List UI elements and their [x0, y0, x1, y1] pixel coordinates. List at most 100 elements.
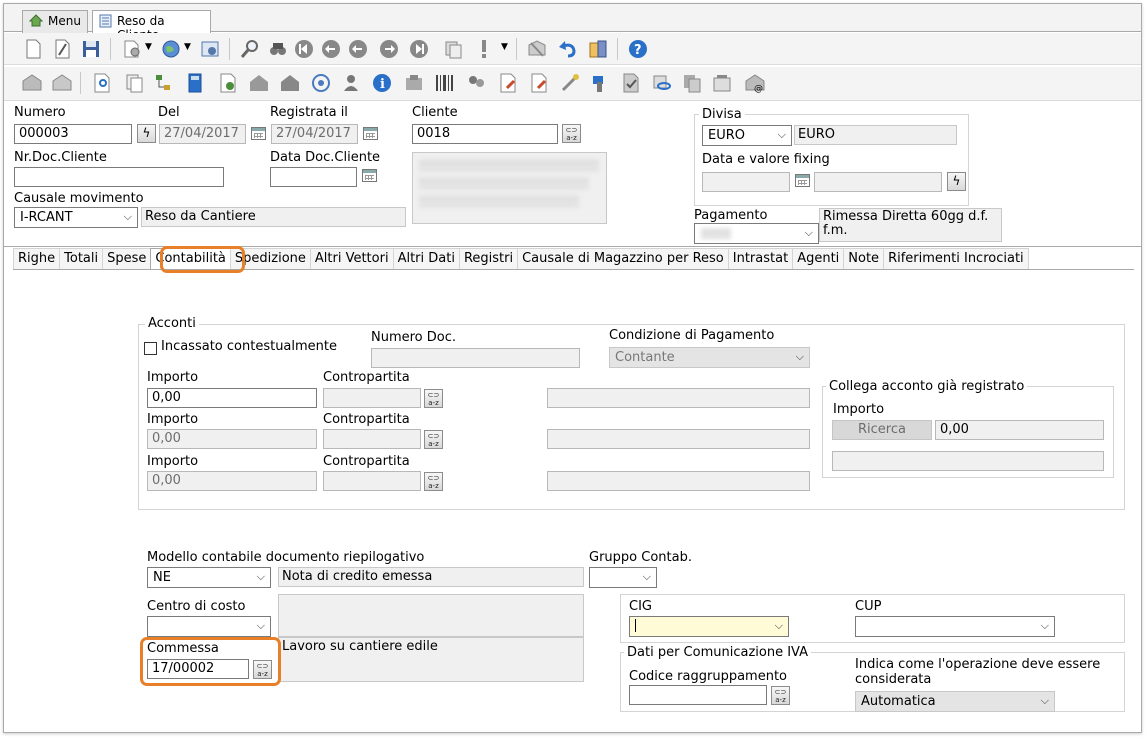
cancel-document-icon[interactable]	[526, 38, 548, 60]
security-icon[interactable]	[587, 38, 609, 60]
cliente-input[interactable]: 0018	[412, 124, 558, 144]
save-icon[interactable]	[80, 38, 102, 60]
importo-input-2[interactable]: 0,00	[147, 429, 317, 449]
tab-agenti[interactable]: Agenti	[792, 248, 845, 270]
lightning-icon[interactable]: ϟ	[137, 124, 156, 143]
cig-select[interactable]: ⌵	[629, 616, 789, 637]
duplicate-icon[interactable]	[124, 72, 146, 94]
lookup-az-icon[interactable]: ⊂⊃ a-z	[424, 430, 443, 449]
edit-document-icon[interactable]	[51, 38, 73, 60]
preview-icon[interactable]	[91, 72, 113, 94]
configure-icon[interactable]	[199, 38, 221, 60]
ricerca-button[interactable]: Ricerca	[832, 420, 932, 440]
numero-input[interactable]: 000003	[14, 124, 132, 144]
help-icon[interactable]: ?	[627, 38, 649, 60]
copy-stack-icon[interactable]	[681, 72, 703, 94]
dropdown-arrow-icon[interactable]: ▼	[501, 42, 508, 52]
calendar-icon[interactable]	[363, 127, 378, 140]
calendar-icon[interactable]	[362, 169, 377, 182]
copy-document-icon[interactable]	[442, 38, 464, 60]
barcode-icon[interactable]	[433, 72, 455, 94]
tab-menu[interactable]: Menu	[22, 10, 88, 33]
dropdown-arrow-icon[interactable]: ▼	[145, 42, 152, 52]
tab-altri-vettori[interactable]: Altri Vettori	[309, 248, 394, 270]
lookup-az-icon[interactable]: ⊂⊃ a-z	[253, 660, 272, 679]
tab-spese[interactable]: Spese	[102, 248, 152, 270]
tools-icon[interactable]	[403, 72, 425, 94]
tab-registri[interactable]: Registri	[458, 248, 519, 270]
mail-icon[interactable]	[21, 72, 43, 94]
exclamation-icon[interactable]	[473, 38, 495, 60]
document-edit-icon[interactable]	[497, 72, 519, 94]
centro-select[interactable]: ⌵	[147, 616, 271, 637]
calendar-icon[interactable]	[795, 174, 810, 187]
condizione-select[interactable]: Contante ⌵	[609, 347, 810, 368]
pagamento-select[interactable]: ⌵	[694, 223, 819, 244]
lookup-az-icon[interactable]: ⊂⊃ a-z	[771, 686, 790, 705]
importo-input-1[interactable]: 0,00	[147, 388, 317, 408]
magic-wand-icon[interactable]	[559, 72, 581, 94]
numero-doc-field[interactable]	[371, 348, 580, 368]
dropdown-arrow-icon[interactable]: ▼	[184, 42, 191, 52]
new-document-icon[interactable]	[22, 38, 44, 60]
tab-contabilita[interactable]: Contabilità	[150, 248, 231, 270]
commessa-input[interactable]: 17/00002	[147, 659, 249, 679]
tab-totali[interactable]: Totali	[59, 248, 104, 270]
mail-open-icon[interactable]	[51, 72, 73, 94]
causale-select[interactable]: I-RCANT ⌵	[14, 207, 138, 228]
tab-riferimenti[interactable]: Riferimenti Incrociati	[883, 248, 1029, 270]
users-icon[interactable]	[465, 72, 487, 94]
calculator-icon[interactable]	[184, 72, 206, 94]
modello-select[interactable]: NE ⌵	[147, 567, 271, 588]
divisa-select[interactable]: EURO ⌵	[702, 125, 792, 146]
datadoc-field[interactable]	[270, 167, 357, 187]
lookup-az-icon[interactable]: ⊂⊃ a-z	[424, 472, 443, 491]
del-date-field[interactable]: 27/04/2017	[159, 124, 246, 144]
info-icon[interactable]: i	[371, 72, 393, 94]
registrata-date-field[interactable]: 27/04/2017	[271, 124, 358, 144]
undo-icon[interactable]	[557, 38, 579, 60]
contropartita-field-2[interactable]	[323, 429, 421, 449]
importo-input-3[interactable]: 0,00	[147, 471, 317, 491]
fixing-value-field[interactable]	[814, 172, 942, 192]
document-settings-icon[interactable]	[121, 38, 143, 60]
indica-select[interactable]: Automatica ⌵	[855, 691, 1055, 712]
warehouse-edit-icon[interactable]	[279, 72, 301, 94]
codice-input[interactable]	[629, 685, 767, 705]
collega-importo-field[interactable]: 0,00	[935, 420, 1104, 440]
last-record-icon[interactable]	[408, 38, 430, 60]
search-icon[interactable]	[239, 38, 261, 60]
tab-note[interactable]: Note	[843, 248, 885, 270]
previous-record-icon[interactable]	[320, 38, 342, 60]
globe-icon[interactable]	[160, 38, 182, 60]
cup-select[interactable]: ⌵	[855, 616, 1055, 637]
nrdoc-input[interactable]	[14, 167, 224, 187]
fixing-date-field[interactable]	[702, 172, 790, 192]
calendar-stack-icon[interactable]	[711, 72, 733, 94]
lookup-az-icon[interactable]: ⊂⊃ a-z	[424, 389, 443, 408]
hierarchy-icon[interactable]	[153, 72, 175, 94]
email-send-icon[interactable]: @	[744, 72, 766, 94]
report-icon[interactable]	[217, 72, 239, 94]
tab-causale-magazzino[interactable]: Causale di Magazzino per Reso	[517, 248, 729, 270]
next-record-icon[interactable]	[378, 38, 400, 60]
tab-altri-dati[interactable]: Altri Dati	[392, 248, 460, 270]
user-tool-icon[interactable]	[340, 72, 362, 94]
lightning-icon[interactable]: ϟ	[947, 172, 966, 191]
tab-righe[interactable]: Righe	[13, 248, 61, 270]
back-icon[interactable]	[347, 38, 369, 60]
binoculars-icon[interactable]	[267, 38, 289, 60]
contropartita-field-1[interactable]	[323, 388, 421, 408]
network-icon[interactable]	[310, 72, 332, 94]
incassato-checkbox[interactable]	[144, 342, 157, 355]
link-icon[interactable]	[651, 72, 673, 94]
first-record-icon[interactable]	[293, 38, 315, 60]
scanner-icon[interactable]	[590, 72, 612, 94]
warehouse-icon[interactable]	[248, 72, 270, 94]
tab-spedizione[interactable]: Spedizione	[229, 248, 311, 270]
contropartita-field-3[interactable]	[323, 471, 421, 491]
lookup-az-icon[interactable]: ⊂⊃ a-z	[562, 124, 581, 143]
gruppo-select[interactable]: ⌵	[589, 567, 657, 588]
document-check-icon[interactable]	[620, 72, 642, 94]
document-stamp-icon[interactable]	[528, 72, 550, 94]
